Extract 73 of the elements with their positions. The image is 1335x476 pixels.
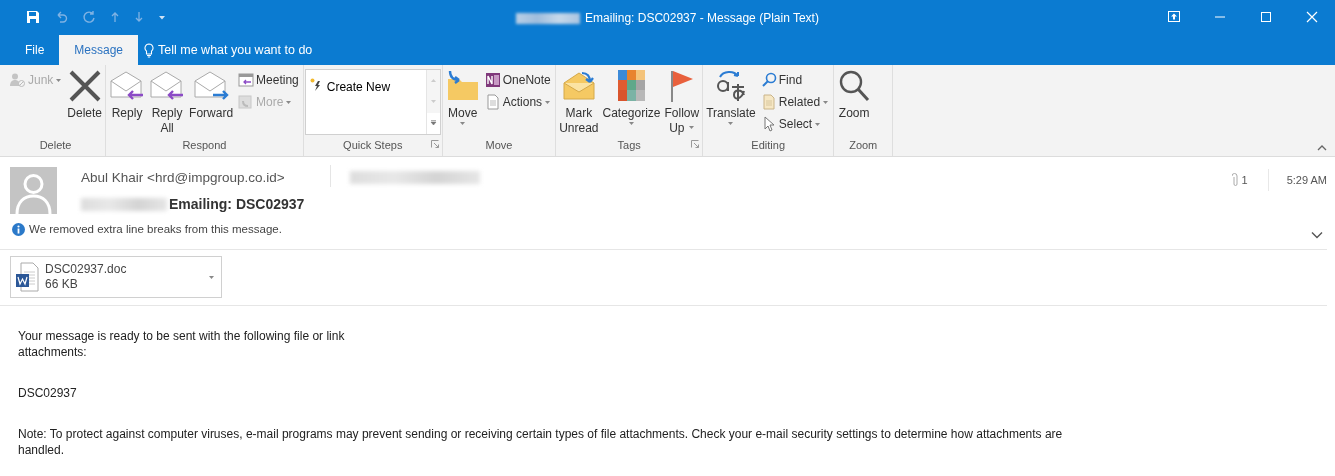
ribbon-button[interactable]: Translate <box>704 69 758 129</box>
ribbon-button[interactable]: Reply <box>107 69 148 121</box>
ribbon-button[interactable]: Reply All <box>147 69 188 136</box>
caret-icon <box>208 274 215 280</box>
ribbon-tab[interactable]: File <box>10 35 60 65</box>
file-size: 66 KB <box>45 277 79 292</box>
save-icon[interactable] <box>26 9 40 24</box>
group-label: Quick Steps <box>343 139 403 151</box>
zoom-icon <box>837 69 872 103</box>
ribbon-button[interactable]: Delete <box>65 69 105 121</box>
info-message: We removed extra line breaks from this message. <box>29 222 282 237</box>
collapse-ribbon-icon[interactable] <box>1317 145 1327 151</box>
scroll-up-icon[interactable] <box>429 78 437 84</box>
envelope-icon <box>561 69 596 103</box>
group-label: Tags <box>617 139 641 151</box>
ribbon-button[interactable]: Zoom <box>835 69 874 121</box>
ribbon-button[interactable]: Mark Unread <box>557 69 601 136</box>
ribbon-button[interactable]: Select <box>757 113 833 135</box>
ribbon-button[interactable]: Find <box>757 69 833 91</box>
attachment-card[interactable]: DSC02937.doc 66 KB <box>10 256 222 298</box>
message-paragraph: DSC02937 <box>18 385 78 401</box>
document-icon <box>484 94 501 110</box>
close-icon[interactable] <box>1306 10 1318 23</box>
avatar-icon <box>10 167 57 214</box>
up-arrow-icon[interactable] <box>110 10 120 23</box>
paperclip-icon <box>1231 173 1239 187</box>
group-label: Delete <box>39 139 72 151</box>
ribbon-button[interactable]: Related <box>757 91 833 113</box>
ribbon-button[interactable]: Meeting <box>235 69 302 91</box>
bolt-icon <box>309 78 322 92</box>
gallery-item[interactable]: Create New <box>305 70 426 92</box>
delete-icon <box>67 69 102 103</box>
group-label: Respond <box>182 139 227 151</box>
redo-icon[interactable] <box>82 9 96 24</box>
ribbon-button[interactable]: Actions <box>481 91 555 113</box>
junk-icon <box>10 72 26 88</box>
expand-icon[interactable] <box>1311 231 1323 239</box>
expand-gallery-icon[interactable] <box>429 120 437 127</box>
group-label: Move <box>485 139 513 151</box>
calendar-icon <box>238 72 255 88</box>
phone-icon <box>238 94 255 110</box>
folder-icon <box>445 69 480 103</box>
file-name: DSC02937.doc <box>45 262 128 277</box>
ribbon-button[interactable]: OneNote <box>481 69 555 91</box>
window-title: Emailing: DSC02937 - Message (Plain Text) <box>585 10 819 27</box>
word-document-icon <box>15 262 39 292</box>
message-time: 5:29 AM <box>1286 172 1327 188</box>
lightbulb-icon <box>144 42 155 58</box>
group-label: Zoom <box>849 139 878 151</box>
message-paragraph: Your message is ready to be sent with the following file or link attachments: <box>18 328 346 360</box>
redacted-area <box>516 13 581 25</box>
message-paragraph: Note: To protect against computer viruses, e-mail programs may prevent sending or receiving certain types of file attachments. Check your e-mail security settings to determine how attachments are handled. <box>18 426 1064 458</box>
ribbon-tab[interactable]: Message <box>59 35 139 65</box>
ribbon-button[interactable]: Move <box>443 69 482 129</box>
message-subject: Emailing: DSC02937 <box>169 195 305 214</box>
tell-me-search[interactable]: Tell me what you want to do <box>158 35 313 65</box>
dialog-launcher-icon[interactable] <box>430 140 439 148</box>
info-icon <box>12 223 25 237</box>
ribbon-display-icon[interactable] <box>1168 11 1180 22</box>
attachment-count: 1 <box>1241 172 1248 188</box>
ribbon-button[interactable]: Forward <box>187 69 236 121</box>
group-label: Editing <box>751 139 785 151</box>
onenote-icon <box>484 72 501 88</box>
sender-name: Abul Khair <hrd@impgroup.co.id> <box>81 169 285 187</box>
maximize-icon[interactable] <box>1260 10 1272 23</box>
translate-icon <box>714 69 748 103</box>
document-icon <box>760 94 777 110</box>
ribbon-button[interactable]: Categorize <box>600 69 663 129</box>
down-arrow-icon[interactable] <box>134 10 144 23</box>
search-icon <box>760 72 777 88</box>
ribbon-button[interactable]: Follow Up <box>662 69 702 136</box>
dialog-launcher-icon[interactable] <box>691 140 700 148</box>
scroll-down-icon[interactable] <box>429 99 437 105</box>
